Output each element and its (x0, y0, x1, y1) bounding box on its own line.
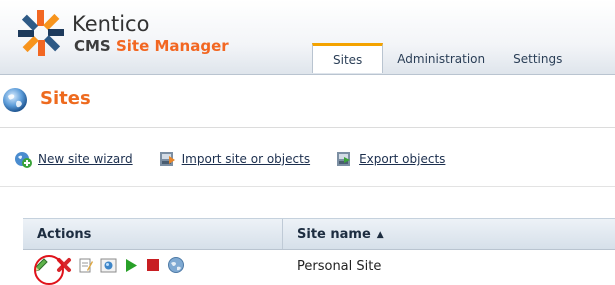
export-icon (337, 152, 351, 166)
column-header-actions: Actions (37, 227, 92, 242)
edit-site-icon[interactable] (78, 257, 94, 274)
kentico-logo-icon (18, 10, 64, 56)
column-header-site-name[interactable]: Site name ▲ (297, 227, 384, 242)
start-icon[interactable] (123, 257, 139, 274)
tab-administration[interactable]: Administration (383, 44, 499, 73)
site-name-header-label: Site name (297, 227, 371, 242)
actions-divider (0, 186, 615, 187)
page-title-row: Sites (0, 87, 615, 115)
column-separator (282, 219, 283, 249)
open-site-icon[interactable] (167, 256, 185, 274)
preview-icon[interactable] (100, 257, 117, 274)
stop-icon[interactable] (145, 257, 161, 273)
main-tabs: Sites Administration Settings (312, 43, 576, 74)
sort-ascending-icon: ▲ (376, 230, 384, 240)
tab-sites[interactable]: Sites (312, 43, 384, 73)
globe-icon (3, 88, 27, 112)
action-toolbar: New site wizard Import site or objects E… (14, 150, 470, 168)
brand-subtitle: CMS Site Manager (74, 37, 229, 55)
table-row: Personal Site (23, 250, 615, 285)
new-site-wizard-label: New site wizard (38, 152, 133, 166)
page-title: Sites (40, 88, 91, 109)
export-objects-label: Export objects (359, 152, 446, 166)
highlight-circle (34, 255, 64, 285)
new-site-wizard-link[interactable]: New site wizard (14, 150, 133, 168)
grid-header: Actions Site name ▲ (23, 218, 615, 250)
title-divider (0, 127, 615, 128)
brand-accent: Site Manager (115, 37, 229, 55)
site-name-cell[interactable]: Personal Site (297, 259, 381, 274)
import-site-link[interactable]: Import site or objects (158, 150, 310, 168)
tab-settings[interactable]: Settings (499, 44, 576, 73)
import-icon (159, 152, 175, 166)
app-header: Kentico CMS Site Manager Sites Administr… (0, 0, 615, 75)
export-objects-link[interactable]: Export objects (335, 150, 445, 168)
brand-name: Kentico (72, 12, 150, 36)
brand-prefix: CMS (74, 37, 111, 55)
new-site-icon (15, 152, 32, 168)
import-site-label: Import site or objects (181, 152, 311, 166)
